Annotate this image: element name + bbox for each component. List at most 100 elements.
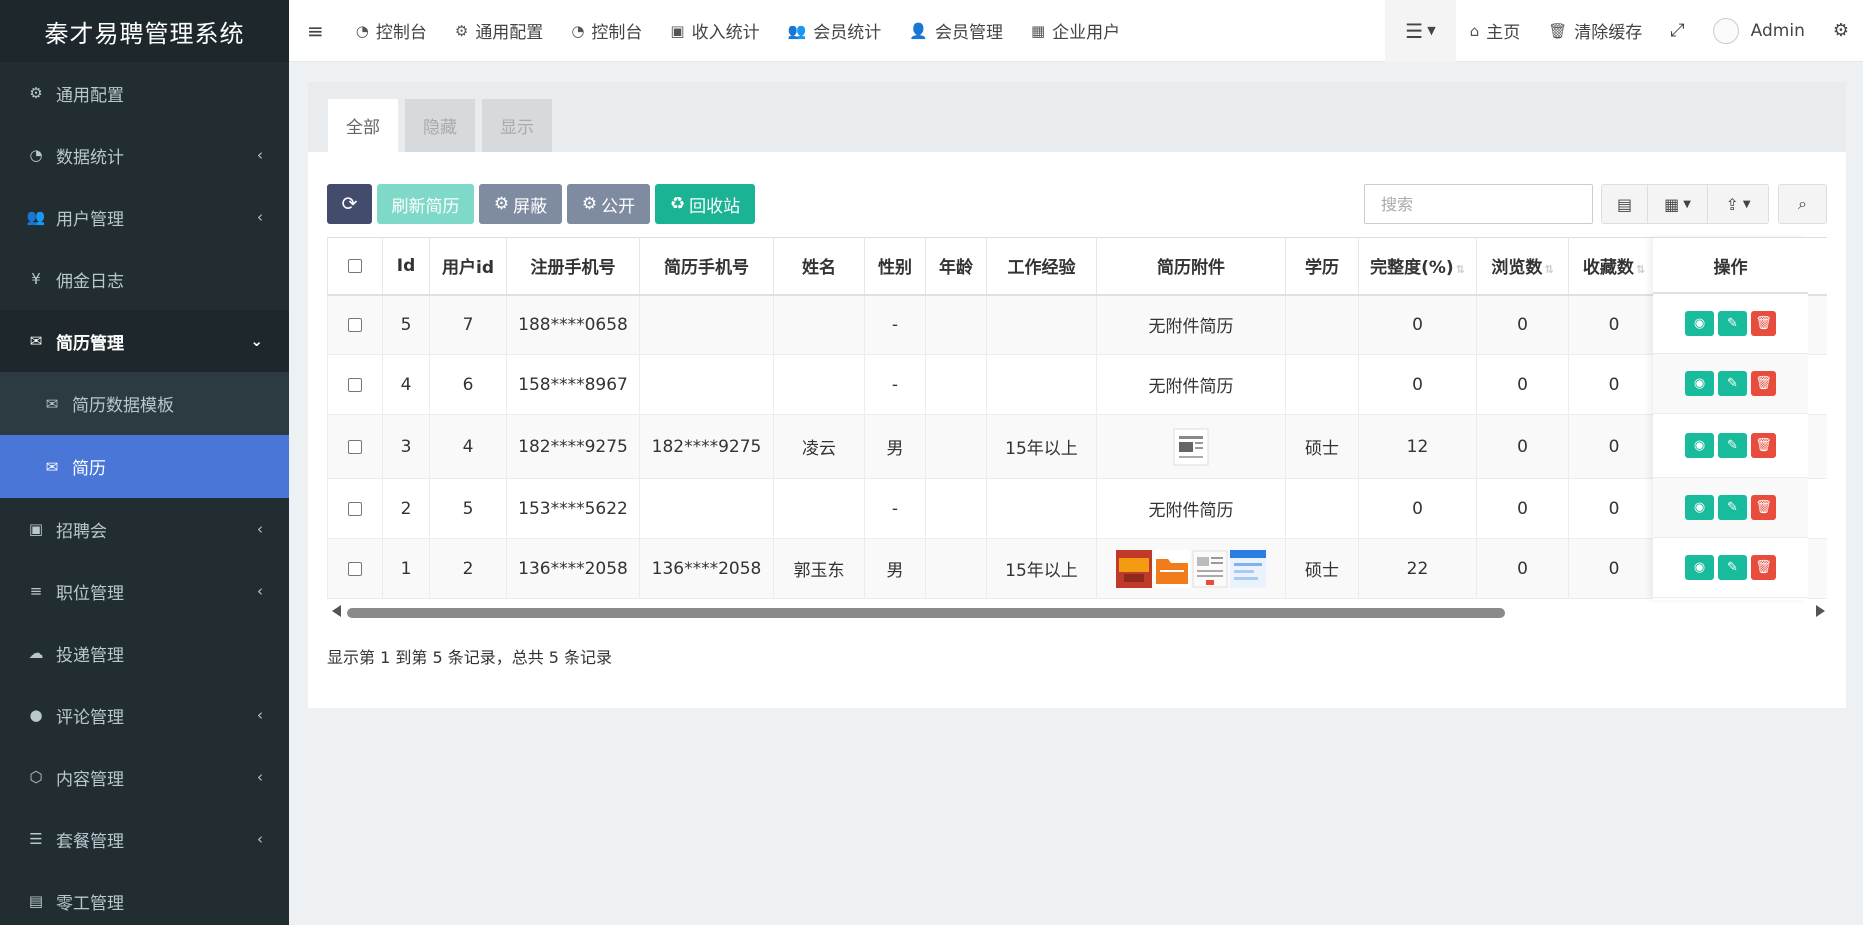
nav-general-config[interactable]: ⚙ 通用配置 bbox=[441, 0, 557, 62]
attachment-thumbnail[interactable] bbox=[1192, 550, 1228, 588]
cell-age bbox=[925, 414, 987, 479]
view-button[interactable]: ◉ bbox=[1685, 555, 1714, 580]
columns-button[interactable]: ▦ ▼ bbox=[1647, 184, 1708, 224]
cloud-upload-icon: ☁ bbox=[28, 644, 44, 662]
clear-cache-button[interactable]: 🗑 清除缓存 bbox=[1534, 0, 1656, 62]
column-header[interactable]: 简历手机号 bbox=[639, 237, 774, 296]
sortable-column-header[interactable]: 浏览数 ⇅ bbox=[1476, 237, 1569, 296]
sidebar-item-user-mgmt[interactable]: 👥 用户管理 ‹ bbox=[0, 186, 289, 248]
sidebar-item-job-fair[interactable]: ▣ 招聘会 ‹ bbox=[0, 498, 289, 560]
sidebar-menu: ⚙ 通用配置 ◔ 数据统计 ‹ 👥 用户管理 ‹ ¥ 佣金日志 ✉ 简历管理 ⌄ ✉ 简历数据模板… bbox=[0, 62, 289, 925]
edit-button[interactable]: ✎ bbox=[1718, 371, 1747, 396]
fullscreen-button[interactable]: ⤢ bbox=[1656, 0, 1698, 62]
resume-table-wrapper[interactable]: Id 用户id 注册手机号 简历手机号 姓名 性别 年龄 工作经验 简历附件 学… bbox=[327, 237, 1827, 600]
nav-income-stats[interactable]: ▣ 收入统计 bbox=[656, 0, 773, 62]
nav-member-mgmt[interactable]: 👤 会员管理 bbox=[895, 0, 1017, 62]
column-header[interactable]: 注册手机号 bbox=[506, 237, 640, 296]
search-input[interactable] bbox=[1364, 184, 1593, 224]
horizontal-scrollbar[interactable] bbox=[327, 603, 1827, 621]
delete-button[interactable]: 🗑 bbox=[1751, 433, 1776, 458]
nav-dashboard[interactable]: ◔ 控制台 bbox=[342, 0, 441, 62]
pagination-info: 显示第 1 到第 5 条记录，总共 5 条记录 bbox=[327, 648, 613, 667]
shield-button[interactable]: ⚙ 屏蔽 bbox=[479, 184, 562, 224]
sortable-column-header[interactable]: 收藏数 ⇅ bbox=[1568, 237, 1660, 296]
row-checkbox[interactable] bbox=[348, 439, 362, 454]
refresh-resume-button[interactable]: 刷新简历 bbox=[377, 184, 474, 224]
row-checkbox[interactable] bbox=[348, 561, 362, 576]
edit-button[interactable]: ✎ bbox=[1718, 495, 1747, 520]
export-button[interactable]: ⇪ ▼ bbox=[1707, 184, 1769, 224]
trash-icon: 🗑 bbox=[1548, 21, 1568, 40]
row-checkbox[interactable] bbox=[348, 501, 362, 516]
row-checkbox[interactable] bbox=[348, 317, 362, 332]
cell-experience: 15年以上 bbox=[986, 414, 1097, 479]
column-header[interactable]: 年龄 bbox=[925, 237, 987, 296]
attachment-thumbnail[interactable] bbox=[1116, 549, 1152, 588]
home-link[interactable]: ⌂ 主页 bbox=[1456, 0, 1535, 62]
view-button[interactable]: ◉ bbox=[1685, 311, 1714, 336]
scroll-left-arrow[interactable] bbox=[332, 605, 341, 617]
sidebar-item-resume-template[interactable]: ✉ 简历数据模板 bbox=[0, 372, 289, 435]
sortable-column-header[interactable]: 完整度(%) ⇅ bbox=[1358, 237, 1477, 296]
select-all-cell bbox=[327, 237, 383, 296]
toggle-view-button[interactable]: ▤ bbox=[1601, 184, 1648, 224]
tab-visible[interactable]: 显示 bbox=[482, 99, 552, 152]
tab-hidden[interactable]: 隐藏 bbox=[405, 99, 475, 152]
edit-button[interactable]: ✎ bbox=[1718, 555, 1747, 580]
sort-icon: ⇅ bbox=[1544, 263, 1554, 277]
view-button[interactable]: ◉ bbox=[1685, 433, 1714, 458]
edit-button[interactable]: ✎ bbox=[1718, 433, 1747, 458]
delete-button[interactable]: 🗑 bbox=[1751, 311, 1776, 336]
delete-button[interactable]: 🗑 bbox=[1751, 495, 1776, 520]
attachment-thumbnail[interactable] bbox=[1173, 428, 1209, 466]
view-button[interactable]: ◉ bbox=[1685, 371, 1714, 396]
nav-more-dropdown[interactable]: ☰ ▼ bbox=[1385, 0, 1456, 62]
row-checkbox[interactable] bbox=[348, 377, 362, 392]
column-header[interactable]: 工作经验 bbox=[986, 237, 1097, 296]
advanced-search-button[interactable]: ⌕ bbox=[1778, 184, 1827, 224]
select-all-checkbox[interactable] bbox=[348, 258, 362, 273]
attachment-thumbnail[interactable] bbox=[1154, 549, 1190, 588]
sidebar-item-delivery-mgmt[interactable]: ☁ 投递管理 bbox=[0, 622, 289, 684]
column-header[interactable]: 用户id bbox=[429, 237, 507, 296]
sidebar-item-commission-log[interactable]: ¥ 佣金日志 bbox=[0, 248, 289, 310]
nav-enterprise-users[interactable]: ▦ 企业用户 bbox=[1017, 0, 1134, 62]
trash-icon: 🗑 bbox=[1755, 376, 1772, 391]
recycle-bin-button[interactable]: ♻ 回收站 bbox=[655, 184, 755, 224]
column-header[interactable]: 简历附件 bbox=[1096, 237, 1286, 296]
user-menu[interactable]: Admin bbox=[1699, 0, 1819, 62]
sidebar-item-resume-mgmt[interactable]: ✉ 简历管理 ⌄ bbox=[0, 310, 289, 372]
sidebar-toggle-button[interactable]: ≡ bbox=[289, 0, 342, 62]
view-button[interactable]: ◉ bbox=[1685, 495, 1714, 520]
nav-dashboard-2[interactable]: ◔ 控制台 bbox=[557, 0, 656, 62]
eye-icon: ◉ bbox=[1693, 560, 1706, 575]
tab-all[interactable]: 全部 bbox=[328, 99, 398, 152]
scroll-right-arrow[interactable] bbox=[1816, 605, 1825, 617]
cell-completeness: 22 bbox=[1358, 538, 1477, 599]
settings-button[interactable]: ⚙ bbox=[1819, 0, 1863, 62]
sidebar-item-resume[interactable]: ✉ 简历 bbox=[0, 435, 289, 498]
column-header[interactable]: 学历 bbox=[1285, 237, 1359, 296]
public-button[interactable]: ⚙ 公开 bbox=[567, 184, 650, 224]
refresh-button[interactable]: ⟳ bbox=[327, 184, 372, 224]
nav-member-stats[interactable]: 👥 会员统计 bbox=[774, 0, 896, 62]
sidebar-item-comment-mgmt[interactable]: ● 评论管理 ‹ bbox=[0, 684, 289, 746]
sidebar-item-package-mgmt[interactable]: ☰ 套餐管理 ‹ bbox=[0, 808, 289, 870]
sidebar-item-content-mgmt[interactable]: ⬡ 内容管理 ‹ bbox=[0, 746, 289, 808]
row-select-cell bbox=[327, 354, 383, 415]
sidebar-item-data-stats[interactable]: ◔ 数据统计 ‹ bbox=[0, 124, 289, 186]
delete-button[interactable]: 🗑 bbox=[1751, 371, 1776, 396]
app-logo[interactable]: 秦才易聘管理系统 bbox=[0, 0, 289, 62]
delete-button[interactable]: 🗑 bbox=[1751, 555, 1776, 580]
sidebar-item-general-config[interactable]: ⚙ 通用配置 bbox=[0, 62, 289, 124]
scrollbar-thumb[interactable] bbox=[347, 608, 1505, 618]
edit-button[interactable]: ✎ bbox=[1718, 311, 1747, 336]
attachment-thumbnail[interactable] bbox=[1230, 549, 1266, 588]
column-header[interactable]: Id bbox=[382, 237, 430, 296]
column-header[interactable]: 姓名 bbox=[773, 237, 865, 296]
sidebar-item-position-mgmt[interactable]: ≡ 职位管理 ‹ bbox=[0, 560, 289, 622]
cell-experience: 15年以上 bbox=[986, 538, 1097, 599]
button-label: 回收站 bbox=[689, 196, 741, 217]
column-header[interactable]: 性别 bbox=[864, 237, 926, 296]
sidebar-item-gig-mgmt[interactable]: ▤ 零工管理 bbox=[0, 870, 289, 925]
